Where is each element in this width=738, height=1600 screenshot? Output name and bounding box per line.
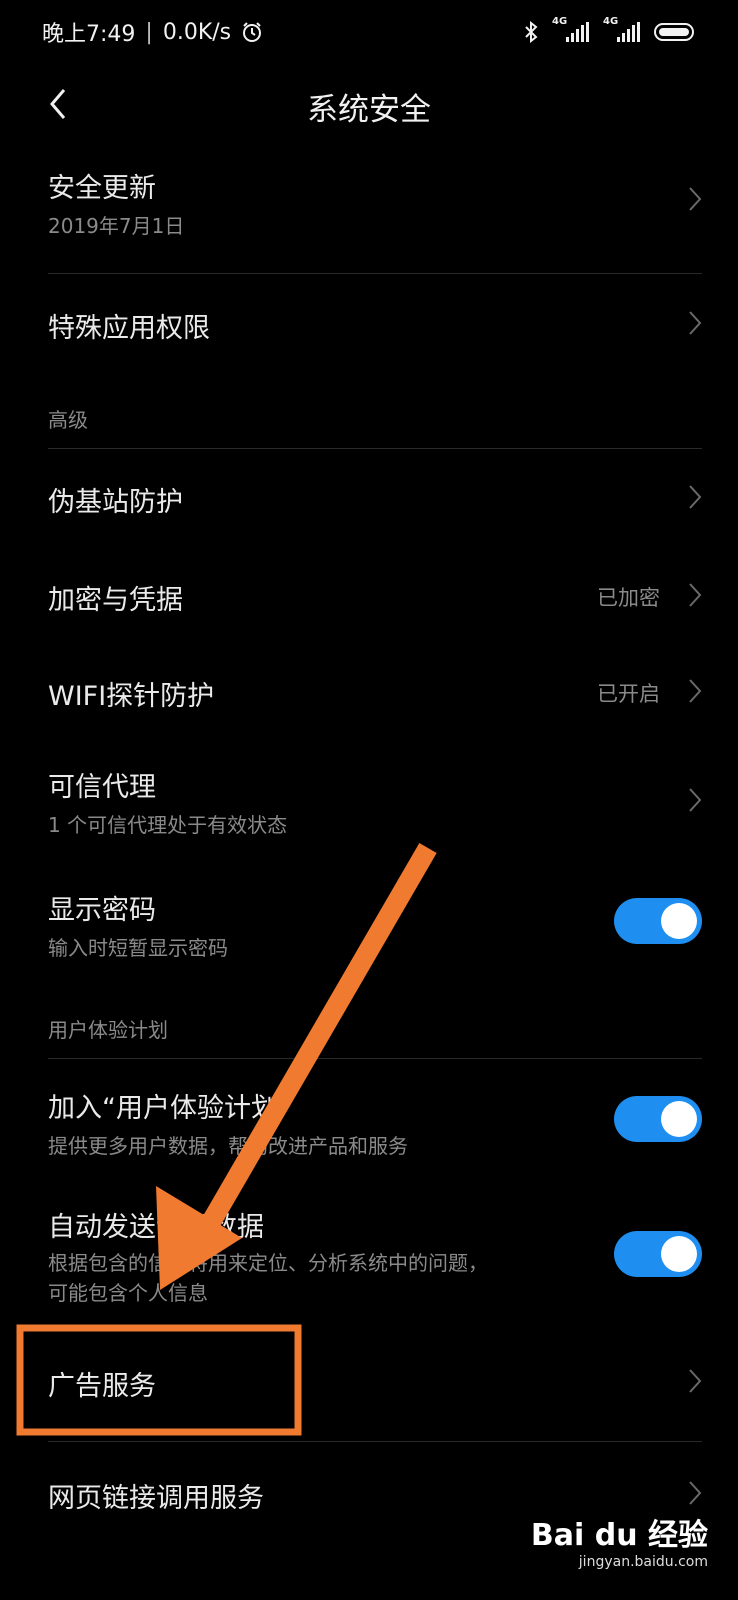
signal-strength-icon: 4G <box>552 16 589 42</box>
join-ux-plan-item: 加入“用户体验计划” 提供更多用户数据，帮助改进产品和服务 <box>48 1086 702 1166</box>
chevron-right-icon <box>689 1481 702 1505</box>
auto-send-diagnostics-toggle[interactable] <box>614 1231 702 1277</box>
divider <box>48 1441 702 1442</box>
status-separator: | <box>145 19 153 45</box>
divider <box>48 448 702 449</box>
chevron-right-icon <box>689 1369 702 1393</box>
show-passwords-description: 输入时短暂显示密码 <box>48 936 228 960</box>
signal-strength-icon-2: 4G <box>603 16 640 42</box>
section-header-advanced: 高级 <box>48 408 88 432</box>
network-speed: 0.0K/s <box>162 19 232 45</box>
baidu-jingyan-watermark: Bai du 经验 jingyan.baidu.com <box>531 1510 708 1570</box>
watermark-url: jingyan.baidu.com <box>578 1554 708 1570</box>
join-ux-plan-label: 加入“用户体验计划” <box>48 1093 292 1124</box>
alarm-icon <box>243 22 262 42</box>
page-title: 系统安全 <box>307 92 431 128</box>
pseudo-base-station-item[interactable]: 伪基站防护 <box>48 480 702 520</box>
auto-send-diagnostics-description-line1: 根据包含的信息将用来定位、分析系统中的问题， <box>48 1251 488 1275</box>
chevron-right-icon <box>689 485 702 509</box>
security-update-label: 安全更新 <box>48 173 156 204</box>
auto-send-diagnostics-description-line2: 可能包含个人信息 <box>48 1281 208 1305</box>
section-header-ux-plan: 用户体验计划 <box>48 1018 168 1042</box>
watermark-brand: Bai du 经验 <box>530 1518 708 1553</box>
chevron-right-icon <box>689 187 702 211</box>
app-header: 系统安全 <box>0 72 738 136</box>
auto-send-diagnostics-item: 自动发送诊断数据 根据包含的信息将用来定位、分析系统中的问题， 可能包含个人信息 <box>48 1205 702 1315</box>
clock: 晚上7:49 <box>42 22 136 47</box>
special-app-permissions-item[interactable]: 特殊应用权限 <box>48 306 702 346</box>
auto-send-diagnostics-label: 自动发送诊断数据 <box>48 1212 264 1243</box>
pseudo-base-station-label: 伪基站防护 <box>48 487 183 518</box>
chevron-right-icon <box>689 583 702 607</box>
security-update-item[interactable]: 安全更新 2019年7月1日 <box>48 166 702 256</box>
divider <box>48 1058 702 1059</box>
show-passwords-label: 显示密码 <box>48 895 156 926</box>
trust-agents-item[interactable]: 可信代理 1 个可信代理处于有效状态 <box>48 765 702 845</box>
wifi-probe-item[interactable]: WIFI探针防护 已开启 <box>48 674 702 714</box>
encryption-credentials-item[interactable]: 加密与凭据 已加密 <box>48 578 702 618</box>
bluetooth-icon <box>525 21 538 43</box>
join-ux-plan-toggle[interactable] <box>614 1096 702 1142</box>
join-ux-plan-description: 提供更多用户数据，帮助改进产品和服务 <box>48 1134 408 1158</box>
wifi-probe-status: 已开启 <box>597 682 660 706</box>
chevron-right-icon <box>689 788 702 812</box>
security-update-date: 2019年7月1日 <box>48 214 185 238</box>
ad-service-item[interactable]: 广告服务 <box>48 1364 702 1404</box>
divider <box>48 273 702 274</box>
special-app-permissions-label: 特殊应用权限 <box>48 313 210 344</box>
trust-agents-description: 1 个可信代理处于有效状态 <box>48 813 288 837</box>
show-passwords-item: 显示密码 输入时短暂显示密码 <box>48 888 702 968</box>
battery-icon <box>654 23 694 41</box>
status-bar: 晚上7:49 | 0.0K/s 4G 4G <box>0 0 738 64</box>
encryption-status: 已加密 <box>597 586 660 610</box>
trust-agents-label: 可信代理 <box>48 772 156 803</box>
ad-service-label: 广告服务 <box>48 1371 156 1402</box>
chevron-right-icon <box>689 311 702 335</box>
chevron-right-icon <box>689 679 702 703</box>
show-passwords-toggle[interactable] <box>614 898 702 944</box>
